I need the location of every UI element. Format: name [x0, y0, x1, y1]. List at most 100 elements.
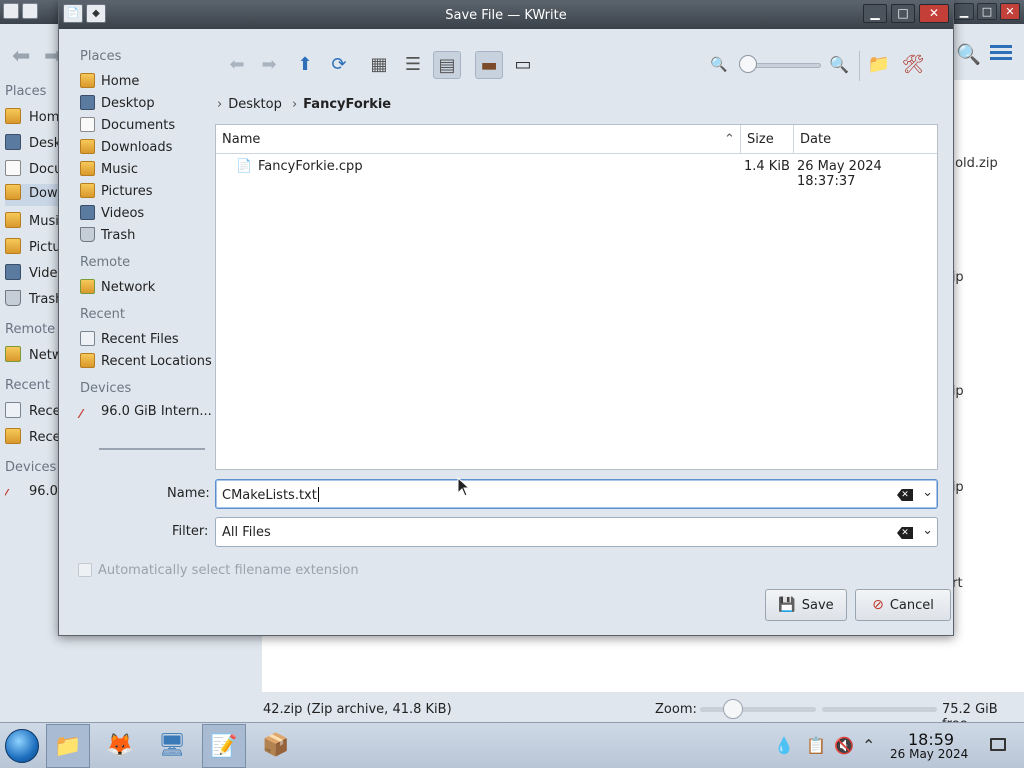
- zoom-slider-handle[interactable]: [739, 55, 757, 73]
- dialog-close-button[interactable]: ✕: [919, 4, 949, 23]
- places-item-downloads[interactable]: Downloads: [80, 139, 172, 159]
- music-icon: [80, 161, 95, 176]
- compact-view-icon[interactable]: ☰: [399, 51, 427, 79]
- panel-toggle-icon[interactable]: ▭: [509, 51, 537, 79]
- downloads-icon: [80, 139, 95, 154]
- bg-status-text: 42.zip (Zip archive, 41.8 KiB): [263, 702, 452, 717]
- cancel-button[interactable]: ⊘ Cancel: [855, 589, 951, 621]
- places-item-trash[interactable]: Trash: [80, 227, 135, 247]
- up-folder-icon[interactable]: ⬆: [291, 51, 319, 79]
- column-header-name[interactable]: Name: [222, 132, 260, 147]
- tray-network-icon[interactable]: 💧: [774, 736, 794, 755]
- checkbox-icon[interactable]: [78, 563, 92, 577]
- dialog-title: Save File — KWrite: [445, 8, 567, 23]
- reload-icon[interactable]: ⟳: [325, 51, 353, 79]
- save-button[interactable]: 💾 Save: [765, 589, 847, 621]
- zoom-out-icon[interactable]: 🔍: [705, 51, 733, 79]
- places-item-network[interactable]: Network: [80, 279, 155, 299]
- filter-combobox[interactable]: All Files ✕ ⌄: [215, 517, 938, 547]
- bg-maximize-button[interactable]: □: [977, 3, 997, 20]
- filename-value[interactable]: CMakeLists.txt: [222, 488, 317, 503]
- clear-text-icon[interactable]: ✕: [897, 527, 913, 539]
- bg-minimize-button[interactable]: ▁: [954, 3, 974, 20]
- trash-icon: [80, 227, 95, 242]
- dialog-maximize-button[interactable]: □: [891, 4, 915, 23]
- filter-value[interactable]: All Files: [222, 525, 271, 540]
- bg-sidebar-item-downloads[interactable]: Downloads: [5, 184, 65, 206]
- bg-sidebar-item-videos[interactable]: Videos: [5, 264, 65, 286]
- bg-close-button[interactable]: ✕: [1000, 3, 1020, 20]
- videos-icon: [80, 205, 95, 220]
- task-firefox-icon[interactable]: 🦊: [98, 724, 142, 768]
- places-item-videos[interactable]: Videos: [80, 205, 144, 225]
- task-archive-icon[interactable]: 📦: [254, 724, 298, 768]
- preview-icon[interactable]: ▬: [475, 51, 503, 79]
- auto-extension-checkbox[interactable]: Automatically select filename extension: [78, 563, 359, 578]
- dialog-minimize-button[interactable]: ▁: [863, 4, 887, 23]
- bg-sidebar-item-drive[interactable]: ⁄96.0 GiB Internal Drive: [5, 484, 65, 506]
- show-desktop-icon[interactable]: [990, 738, 1006, 751]
- details-view-icon[interactable]: ▤: [433, 51, 461, 79]
- bg-sidebar-item-music[interactable]: Music: [5, 212, 65, 234]
- clear-text-icon[interactable]: ✕: [897, 489, 913, 501]
- start-menu-icon[interactable]: [5, 729, 39, 763]
- task-file-manager-icon[interactable]: 📁: [46, 724, 90, 768]
- places-item-home[interactable]: Home: [80, 73, 139, 93]
- bg-sidebar-item-network[interactable]: Network: [5, 346, 65, 368]
- places-item-pictures[interactable]: Pictures: [80, 183, 152, 203]
- places-item-music[interactable]: Music: [80, 161, 138, 181]
- column-header-date[interactable]: Date: [800, 132, 831, 147]
- name-label: Name:: [167, 486, 210, 501]
- back-icon[interactable]: ⬅: [223, 51, 251, 79]
- file-date-cell: 26 May 2024 18:37:37: [797, 159, 882, 189]
- bg-sidebar-item-documents[interactable]: Documents: [5, 160, 65, 182]
- bg-zoom-slider[interactable]: [700, 707, 816, 712]
- filename-field[interactable]: CMakeLists.txt ✕ ⌄: [215, 479, 938, 509]
- task-system-settings-icon[interactable]: 🖥: [150, 724, 194, 768]
- bg-hamburger-menu-icon[interactable]: [990, 42, 1012, 63]
- bg-window-menu-icon[interactable]: [22, 3, 38, 19]
- bg-sidebar-item-pictures[interactable]: Pictures: [5, 238, 65, 260]
- forward-icon[interactable]: ➡: [255, 51, 283, 79]
- bg-remote-heading: Remote: [5, 322, 56, 337]
- chevron-down-icon[interactable]: ⌄: [922, 523, 933, 538]
- zoom-in-icon[interactable]: 🔍: [825, 51, 853, 79]
- breadcrumb-separator-icon: ›: [217, 97, 223, 112]
- places-item-drive[interactable]: ⁄ 96.0 GiB Intern...: [80, 404, 212, 424]
- tray-expand-chevron-up-icon[interactable]: ⌃: [862, 736, 875, 755]
- task-kwrite-icon[interactable]: 📝: [202, 724, 246, 768]
- options-icon[interactable]: 🛠: [899, 51, 927, 79]
- mouse-pointer-icon: [457, 477, 469, 497]
- icons-view-icon[interactable]: ▦: [365, 51, 393, 79]
- bg-sidebar-item-recent-locations[interactable]: Recent Locations: [5, 428, 65, 450]
- bg-sidebar-item-home[interactable]: Home: [5, 108, 65, 130]
- bg-sidebar-item-recent-files[interactable]: Recent Files: [5, 402, 65, 424]
- file-name-cell[interactable]: FancyForkie.cpp: [258, 159, 363, 174]
- bg-sidebar-item-desktop[interactable]: Desktop: [5, 134, 65, 156]
- bg-search-icon[interactable]: 🔍: [956, 42, 981, 66]
- places-item-desktop[interactable]: Desktop: [80, 95, 155, 115]
- cpp-file-icon: 📄: [236, 159, 253, 174]
- drive-usage-bar: [99, 448, 205, 450]
- places-item-documents[interactable]: Documents: [80, 117, 175, 137]
- column-header-size[interactable]: Size: [747, 132, 774, 147]
- breadcrumb-desktop[interactable]: Desktop: [228, 97, 282, 112]
- chevron-down-icon[interactable]: ⌄: [922, 485, 933, 500]
- clock-date[interactable]: 26 May 2024: [890, 747, 968, 761]
- bg-sidebar-item-trash[interactable]: Trash: [5, 290, 65, 312]
- bg-zoom-slider-handle[interactable]: [723, 699, 743, 719]
- file-list[interactable]: Name ⌃ Size Date 📄 FancyForkie.cpp 1.4 K…: [215, 124, 938, 470]
- bg-recent-heading: Recent: [5, 378, 50, 393]
- table-row[interactable]: 📄 FancyForkie.cpp 1.4 KiB 26 May 2024 18…: [216, 155, 937, 189]
- bg-back-icon[interactable]: ⬅: [12, 44, 30, 69]
- dialog-titlebar[interactable]: 📄 ◆ Save File — KWrite ▁ □ ✕: [59, 1, 953, 29]
- zoom-slider[interactable]: [749, 63, 821, 68]
- breadcrumb-current-folder[interactable]: FancyForkie: [303, 97, 391, 112]
- sort-ascending-icon[interactable]: ⌃: [724, 132, 735, 147]
- places-item-recent-files[interactable]: Recent Files: [80, 331, 179, 351]
- bg-free-space-bar: [822, 707, 937, 712]
- tray-volume-muted-icon[interactable]: 🔇: [834, 736, 854, 755]
- places-item-recent-locations[interactable]: Recent Locations: [80, 353, 212, 373]
- new-folder-icon[interactable]: 📁: [865, 51, 893, 79]
- tray-clipboard-icon[interactable]: 📋: [806, 736, 826, 755]
